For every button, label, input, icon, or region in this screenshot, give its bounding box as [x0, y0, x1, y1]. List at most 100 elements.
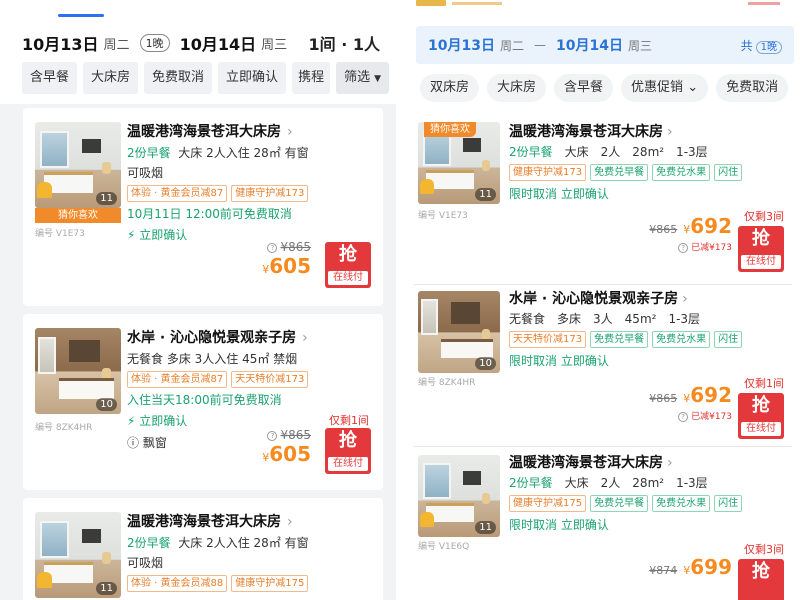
left-header: 10月13日 周二 1晚 10月14日 周三 1间 · 1人 含早餐 大床房 免… [0, 0, 396, 104]
filter-king-bed[interactable]: 大床房 [83, 62, 139, 94]
checkout-date[interactable]: 10月14日 [556, 35, 623, 55]
room-smoking: 可吸烟 [127, 556, 164, 570]
room-code: 编号 8ZK4HR [418, 378, 476, 388]
room-name[interactable]: 温暖港湾海景苍洱大床房 › [127, 122, 373, 142]
photo-count: 11 [96, 192, 117, 205]
grab-button[interactable]: 抢 在线付 [738, 393, 784, 439]
window-icon: ⓘ [127, 436, 140, 450]
filter-free-cancel[interactable]: 免费取消 [716, 74, 789, 102]
right-screenshot: 10月13日 周二 — 10月14日 周三 共 1晚 双床房 大床房 含早餐 优惠… [404, 0, 800, 600]
question-icon[interactable]: ? [267, 430, 278, 441]
quick-filters: 双床房 大床房 含早餐 优惠促销 ⌄ 免费取消 [420, 74, 794, 102]
caret-down-icon: ▼ [374, 74, 382, 84]
filter-ctrip[interactable]: 携程 [292, 62, 331, 94]
chevron-right-icon: › [287, 124, 293, 140]
filter-twin-bed[interactable]: 双床房 [420, 74, 480, 102]
room-photo[interactable]: 10 [418, 291, 500, 373]
room-card[interactable]: 11 温暖港湾海景苍洱大床房 › 2份早餐 大床 2人 28m² 1-3层 健康守护减17… [414, 446, 792, 600]
promo-tags: 健康守护减173 免费兑早餐 免费兑水果 闪住 [509, 164, 786, 181]
perk-tag: 免费兑早餐 [590, 495, 649, 512]
filter-free-cancel[interactable]: 免费取消 [144, 62, 213, 94]
room-info: 温暖港湾海景苍洱大床房 › 2份早餐 大床 2人 28m² 1-3层 健康守护减173 免… [509, 122, 786, 202]
filter-king-bed[interactable]: 大床房 [487, 74, 547, 102]
top-bar-fragment [416, 0, 796, 12]
remaining-rooms: 仅剩1间 [329, 414, 369, 427]
room-name[interactable]: 温暖港湾海景苍洱大床房 › [509, 453, 786, 473]
room-smoking: 可吸烟 [127, 166, 164, 180]
original-price: ¥865 [649, 223, 678, 236]
room-name[interactable]: 温暖港湾海景苍洱大床房 › [509, 122, 786, 142]
date-selector[interactable]: 10月13日 周二 1晚 10月14日 周三 1间 · 1人 [22, 30, 380, 56]
perk-tag: 免费兑水果 [652, 495, 711, 512]
room-name[interactable]: 水岸 · 沁心隐悦景观亲子房 › [509, 289, 786, 309]
original-price: ¥874 [649, 564, 678, 577]
guests-selector[interactable]: 1间 · 1人 [309, 31, 381, 55]
filter-promotions[interactable]: 优惠促销 ⌄ [621, 74, 709, 102]
grab-button[interactable]: 抢 在线付 [325, 242, 371, 288]
perk-tag: 免费兑早餐 [590, 331, 649, 348]
checkin-date[interactable]: 10月13日 [428, 35, 495, 55]
room-code: 编号 8ZK4HR [35, 423, 93, 433]
photo-count: 11 [96, 582, 117, 595]
room-card[interactable]: 猜你喜欢 11 温暖港湾海景苍洱大床房 › 2份早餐 大床 2人 28m² 1-3层 健康… [414, 114, 792, 284]
perk-tag: 闪住 [714, 331, 743, 348]
promo-tag: 体验 · 黄金会员减88 [127, 575, 228, 592]
chevron-right-icon: › [667, 455, 673, 471]
checkout-weekday: 周三 [627, 38, 652, 53]
remaining-rooms: 仅剩3间 [744, 543, 784, 556]
checkin-date[interactable]: 10月13日 [22, 31, 99, 55]
original-price: ¥865 [280, 428, 311, 442]
photo-count: 10 [475, 357, 496, 370]
grab-button[interactable]: 抢 在线付 [738, 226, 784, 272]
room-spec: 无餐食 多床 3人入住 45㎡ 禁烟 [127, 352, 298, 366]
chevron-down-icon: ⌄ [687, 80, 699, 95]
cancel-policy: 限时取消 立即确认 [509, 187, 609, 201]
perk-tag: 免费兑水果 [652, 331, 711, 348]
room-photo[interactable]: 10 [35, 328, 121, 414]
room-photo[interactable]: 11 [35, 512, 121, 598]
remaining-rooms: 仅剩3间 [744, 210, 784, 223]
question-icon[interactable]: ? [678, 411, 689, 422]
checkout-date[interactable]: 10月14日 [180, 31, 257, 55]
promo-tag: 健康守护减175 [231, 575, 309, 592]
lightning-icon: ⚡ [127, 414, 136, 428]
quick-filters: 含早餐 大床房 免费取消 立即确认 携程 筛选 ▼ [22, 62, 390, 94]
promo-tag: 体验 · 黄金会员减87 [127, 185, 228, 202]
chevron-right-icon: › [682, 291, 688, 307]
room-photo[interactable]: 11 [35, 122, 121, 208]
breakfast-info: 2份早餐 [127, 146, 171, 160]
grab-button[interactable]: 抢 在线付 [325, 428, 371, 474]
room-card[interactable]: 11 温暖港湾海景苍洱大床房 › 2份早餐 大床 2人入住 28㎡ 有窗 可吸烟 … [23, 498, 383, 600]
room-spec: 2份早餐 大床 2人入住 28㎡ 有窗 [127, 146, 309, 160]
current-price: ¥692 [683, 383, 732, 407]
filter-breakfast[interactable]: 含早餐 [554, 74, 614, 102]
filter-button[interactable]: 筛选 ▼ [336, 62, 390, 94]
promo-tags: 健康守护减175 免费兑早餐 免费兑水果 闪住 [509, 495, 786, 512]
question-icon[interactable]: ? [267, 242, 278, 253]
room-name[interactable]: 温暖港湾海景苍洱大床房 › [127, 512, 373, 532]
saved-amount: 已减¥173 [691, 243, 732, 253]
room-info: 水岸 · 沁心隐悦景观亲子房 › 无餐食 多床 3人 45m² 1-3层 天天特价减173… [509, 289, 786, 369]
favorite-badge: 猜你喜欢 [424, 122, 476, 137]
pay-online-label: 在线付 [741, 255, 781, 269]
current-price: ¥699 [683, 555, 732, 579]
room-info: 温暖港湾海景苍洱大床房 › 2份早餐 大床 2人 28m² 1-3层 健康守护减175 免… [509, 453, 786, 533]
room-photo[interactable]: 11 [418, 455, 500, 537]
price-block: ? ¥865 ¥605 [262, 240, 311, 278]
room-card[interactable]: 10 水岸 · 沁心隐悦景观亲子房 › 无餐食 多床 3人入住 45㎡ 禁烟 体验… [23, 314, 383, 490]
room-name[interactable]: 水岸 · 沁心隐悦景观亲子房 › [127, 328, 373, 348]
cancel-policy: 限时取消 立即确认 [509, 518, 609, 532]
question-icon[interactable]: ? [678, 242, 689, 253]
filter-label: 筛选 [344, 70, 371, 85]
filter-breakfast[interactable]: 含早餐 [22, 62, 78, 94]
grab-button[interactable]: 抢 [738, 559, 784, 600]
room-card[interactable]: 10 水岸 · 沁心隐悦景观亲子房 › 无餐食 多床 3人 45m² 1-3层 天天特价减… [414, 284, 792, 446]
date-selector[interactable]: 10月13日 周二 — 10月14日 周三 共 1晚 [416, 26, 794, 64]
favorite-badge: 猜你喜欢 [35, 208, 121, 223]
filter-instant-confirm[interactable]: 立即确认 [218, 62, 287, 94]
original-price: ¥865 [649, 392, 678, 405]
pay-online-label: 在线付 [328, 457, 368, 471]
photo-count: 11 [475, 188, 496, 201]
room-spec: 2份早餐 大床 2人 28m² 1-3层 [509, 476, 708, 490]
room-card[interactable]: 11 猜你喜欢 温暖港湾海景苍洱大床房 › 2份早餐 大床 2人入住 28㎡ 有窗… [23, 108, 383, 306]
